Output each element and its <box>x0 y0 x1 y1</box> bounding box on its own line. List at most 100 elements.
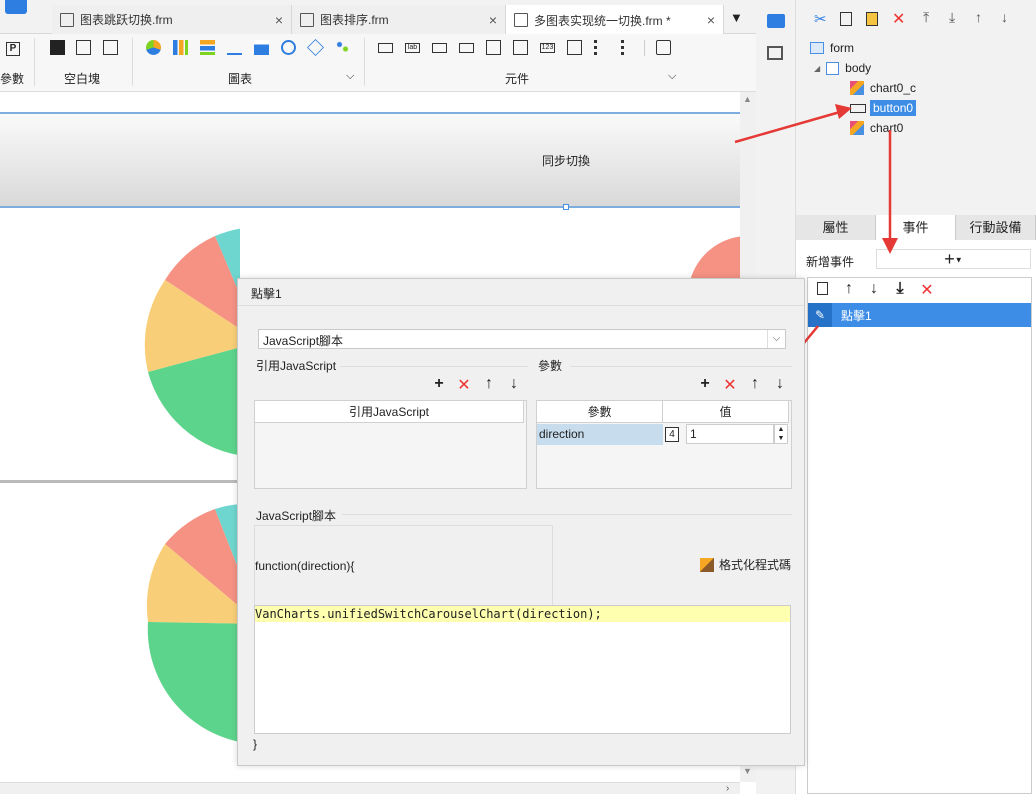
move-up-icon[interactable]: ↑ <box>841 280 857 298</box>
table-row[interactable]: direction 4 1 ▲ ▼ <box>537 424 789 445</box>
pie-chart-preview-top <box>144 228 240 456</box>
panel-tabs: 屬性 事件 行動設備 <box>796 215 1036 240</box>
number-widget-icon[interactable]: 123 <box>540 43 555 53</box>
calendar-widget-icon[interactable] <box>513 40 528 55</box>
chevron-down-icon[interactable]: ⌵ <box>346 70 354 83</box>
scroll-down-icon[interactable]: ▼ <box>743 766 752 776</box>
add-icon[interactable]: + <box>697 375 713 393</box>
paste-icon[interactable] <box>866 12 878 26</box>
search-widget-icon[interactable] <box>644 40 645 56</box>
move-top-icon[interactable]: ⤒ <box>923 9 929 26</box>
list-item[interactable]: ✎ 點擊1 <box>808 303 1031 327</box>
param-name-cell[interactable]: direction <box>537 424 663 445</box>
parameter-icon[interactable]: P <box>6 42 20 56</box>
move-up-icon[interactable]: ↑ <box>481 375 497 393</box>
ref-js-table[interactable]: 引用JavaScript <box>254 400 527 489</box>
delete-icon[interactable]: ✕ <box>456 375 472 395</box>
group-label-param: 參數 <box>0 72 25 86</box>
widget-tree-icon[interactable] <box>767 14 785 28</box>
delete-icon[interactable]: ✕ <box>722 375 738 395</box>
move-up-icon[interactable]: ↑ <box>975 9 982 25</box>
delete-icon[interactable]: ✕ <box>919 280 935 300</box>
layout-icon[interactable] <box>767 46 783 60</box>
button-icon <box>850 103 866 113</box>
tab-attributes[interactable]: 屬性 <box>796 215 876 240</box>
resize-handle[interactable] <box>563 204 569 210</box>
add-icon[interactable]: + <box>431 375 447 393</box>
format-code-button[interactable]: 格式化程式碼 <box>700 556 791 573</box>
params-table[interactable]: 參數 值 direction 4 1 ▲ ▼ <box>536 400 792 489</box>
tree-node-body[interactable]: ◢ body <box>814 58 871 78</box>
tab-events[interactable]: 事件 <box>876 215 956 240</box>
pie-chart-icon[interactable] <box>146 40 161 55</box>
button-widget-preview[interactable]: 同步切換 <box>0 112 740 208</box>
horizontal-scrollbar[interactable]: › <box>0 782 740 794</box>
date-widget-icon[interactable] <box>486 40 501 55</box>
scatter-chart-icon[interactable] <box>335 40 350 55</box>
textarea-widget-icon[interactable] <box>567 40 582 55</box>
absolute-layout-icon[interactable] <box>50 40 65 55</box>
radar-chart-icon[interactable] <box>307 39 324 56</box>
tab-unified-switch[interactable]: 多图表实现统一切换.frm * × <box>506 5 724 35</box>
tree-node-form[interactable]: form <box>810 38 854 58</box>
close-icon[interactable]: × <box>707 12 715 28</box>
edit-icon: ✎ <box>808 303 832 327</box>
move-down-icon[interactable]: ↓ <box>866 280 882 298</box>
bar-chart-icon[interactable] <box>173 40 188 55</box>
cut-icon[interactable]: ✂ <box>814 10 827 28</box>
button-widget-icon[interactable] <box>432 43 447 53</box>
tab-jump-switch[interactable]: 图表跳跃切换.frm × <box>52 5 292 34</box>
query-button-icon[interactable] <box>656 40 671 55</box>
line-chart-icon[interactable] <box>227 40 242 55</box>
param-type-badge[interactable]: 4 <box>665 427 679 442</box>
combobox-widget-icon[interactable] <box>459 43 474 53</box>
move-up-icon[interactable]: ↑ <box>747 375 763 393</box>
chevron-down-icon[interactable]: ⌵ <box>668 70 676 83</box>
tab-layout-icon[interactable] <box>103 40 118 55</box>
area-chart-icon[interactable] <box>254 40 269 55</box>
form-icon <box>60 12 74 27</box>
column-header: 引用JavaScript <box>255 401 524 423</box>
scroll-right-icon[interactable]: › <box>726 783 729 794</box>
close-icon[interactable]: × <box>489 12 497 28</box>
move-bottom-icon[interactable]: ⤓ <box>892 280 908 298</box>
tree-node-button0[interactable]: button0 <box>850 98 917 118</box>
textbox-widget-icon[interactable] <box>378 43 393 53</box>
event-label: 點擊1 <box>841 309 872 323</box>
scroll-up-icon[interactable]: ▲ <box>743 94 752 104</box>
delete-icon[interactable]: ✕ <box>892 9 905 29</box>
pie-chart-preview-bottom <box>146 504 240 742</box>
copy-icon[interactable] <box>840 12 852 26</box>
move-down-icon[interactable]: ↓ <box>772 375 788 393</box>
chart-icon <box>850 121 864 135</box>
group-separator <box>364 38 365 86</box>
gauge-chart-icon[interactable] <box>281 40 296 55</box>
grid-layout-icon[interactable] <box>76 40 91 55</box>
radio-group-icon[interactable] <box>621 40 636 55</box>
copy-icon[interactable] <box>817 282 828 295</box>
tab-label: 多图表实现统一切换.frm * <box>534 13 671 28</box>
tree-node-chart0-c[interactable]: chart0_c <box>850 78 916 98</box>
collapse-icon[interactable]: ◢ <box>814 64 820 73</box>
spinner-icon[interactable]: ▲ ▼ <box>774 424 788 444</box>
script-type-select[interactable]: JavaScript腳本 ⌵ <box>258 329 786 349</box>
new-event-dropdown[interactable]: +▼ <box>876 249 1031 269</box>
tree-node-chart0[interactable]: chart0 <box>850 118 903 138</box>
hbar-chart-icon[interactable] <box>200 40 215 55</box>
new-event-label: 新增事件 <box>806 255 855 269</box>
close-icon[interactable]: × <box>275 12 283 28</box>
tab-menu-icon[interactable]: ▼ <box>730 10 744 25</box>
label-widget-icon[interactable]: lab <box>405 43 420 53</box>
tab-sort[interactable]: 图表排序.frm × <box>292 5 506 34</box>
move-down-icon[interactable]: ↓ <box>506 375 522 393</box>
param-value-input[interactable]: 1 <box>686 424 774 444</box>
tree-label: chart0 <box>870 121 904 135</box>
checkbox-group-icon[interactable] <box>594 40 609 55</box>
app-logo-icon[interactable] <box>5 0 27 14</box>
move-down-icon[interactable]: ↓ <box>1001 9 1008 25</box>
move-bottom-icon[interactable]: ⤓ <box>949 9 955 26</box>
tree-label: form <box>830 41 854 55</box>
event-list: ↑ ↓ ⤓ ✕ ✎ 點擊1 <box>807 277 1032 794</box>
tab-mobile[interactable]: 行動設備 <box>956 215 1036 240</box>
code-editor[interactable]: VanCharts.unifiedSwitchCarouselChart(dir… <box>254 605 791 734</box>
